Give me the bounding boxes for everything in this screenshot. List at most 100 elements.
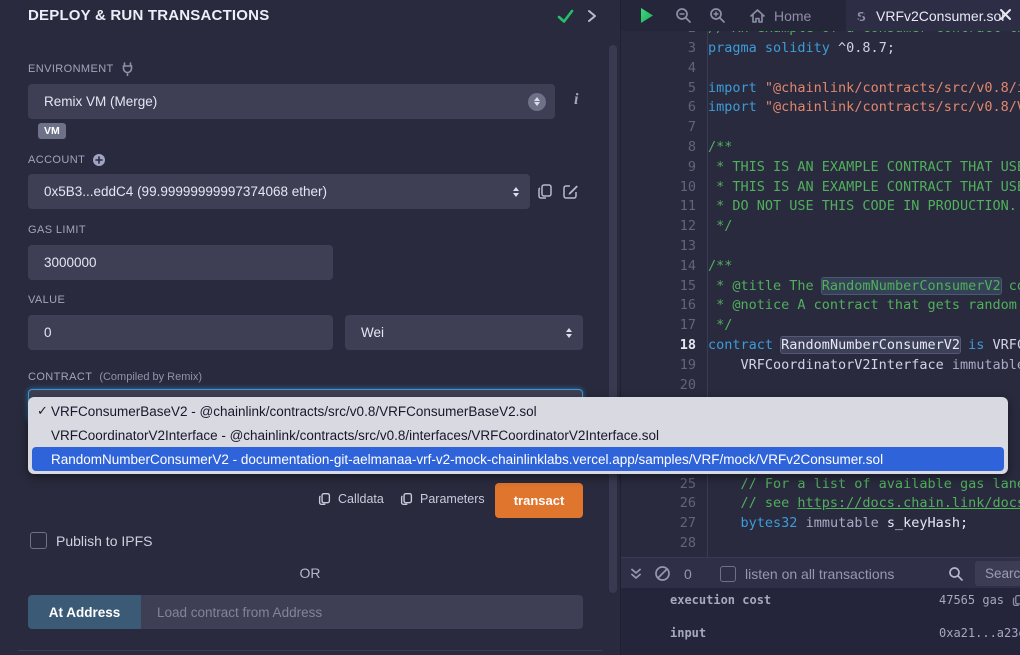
code-line[interactable]: 12 */ [621, 218, 1020, 238]
code-line[interactable]: 19 VRFCoordinatorV2Interface immutable C… [621, 357, 1020, 377]
code-line[interactable]: 13 [621, 238, 1020, 258]
panel-title: DEPLOY & RUN TRANSACTIONS [28, 7, 269, 24]
copy-icon [400, 492, 413, 506]
transact-button[interactable]: transact [495, 483, 583, 518]
code-line[interactable]: 5import "@chainlink/contracts/src/v0.8/i… [621, 80, 1020, 100]
code-text: * DO NOT USE THIS CODE IN PRODUCTION. [708, 198, 1017, 214]
run-script-play-icon[interactable] [638, 6, 656, 25]
account-label: ACCOUNT [28, 153, 106, 167]
line-number: 19 [621, 357, 696, 373]
code-line[interactable]: 27 bytes32 immutable s_keyHash; [621, 515, 1020, 535]
code-text: import "@chainlink/contracts/src/v0.8/VR… [708, 99, 1020, 115]
contract-option[interactable]: ✓VRFConsumerBaseV2 - @chainlink/contract… [32, 399, 1004, 423]
code-line[interactable]: 15 * @title The RandomNumberConsumerV2 c… [621, 278, 1020, 298]
code-text: * @title The RandomNumberConsumerV2 cont… [708, 278, 1020, 294]
plug-icon[interactable] [121, 62, 134, 76]
chevron-right-icon[interactable] [587, 9, 597, 23]
code-line[interactable]: 26 // see https://docs.chain.link/docs/v… [621, 495, 1020, 515]
terminal-output: execution cost47565 gas input0xa21...a23e… [621, 588, 1020, 655]
line-number: 13 [621, 238, 696, 254]
parameters-action[interactable]: Parameters [400, 492, 485, 506]
terminal-row: input0xa21...a23e4 [621, 626, 1020, 642]
contract-label: CONTRACT (Compiled by Remix) [28, 371, 202, 383]
plus-circle-icon[interactable] [92, 153, 106, 167]
code-line[interactable]: 11 * DO NOT USE THIS CODE IN PRODUCTION. [621, 198, 1020, 218]
zoom-out-icon[interactable] [675, 7, 692, 24]
search-icon [948, 558, 964, 589]
code-line[interactable]: 6 import "@chainlink/contracts/src/v0.8/V… [621, 99, 1020, 119]
contract-option[interactable]: RandomNumberConsumerV2 - documentation-g… [32, 447, 1004, 471]
tab-active-file[interactable]: S VRFv2Consumer.sol [846, 0, 1020, 31]
code-line[interactable]: 9 * THIS IS AN EXAMPLE CONTRACT THAT USE… [621, 159, 1020, 179]
transaction-count: 0 [684, 558, 692, 589]
line-number: 15 [621, 278, 696, 294]
code-line[interactable]: 18contract RandomNumberConsumerV2 is VRF… [621, 337, 1020, 357]
select-arrows-icon [528, 93, 546, 111]
code-line[interactable]: 20 [621, 377, 1020, 397]
copy-icon [318, 492, 331, 506]
or-separator: OR [0, 565, 620, 581]
code-line[interactable]: 3pragma solidity ^0.8.7; [621, 40, 1020, 60]
value-input[interactable] [28, 315, 333, 350]
code-area[interactable]: 2 // An example of a consumer contract th… [621, 31, 1020, 557]
solidity-file-icon: S [855, 8, 869, 24]
contract-dropdown: ✓VRFConsumerBaseV2 - @chainlink/contract… [28, 397, 1008, 474]
copy-account-icon[interactable] [537, 183, 553, 200]
listen-all-label: listen on all transactions [745, 558, 894, 589]
home-icon [749, 8, 766, 24]
code-text: // see https://docs.chain.link/docs/vrf-… [708, 495, 1020, 511]
edit-account-icon[interactable] [562, 183, 579, 200]
code-line[interactable]: 7 [621, 119, 1020, 139]
info-icon[interactable]: i [574, 91, 578, 109]
terminal-search-input[interactable] [975, 561, 1020, 586]
publish-ipfs-checkbox[interactable] [30, 532, 47, 549]
line-number: 14 [621, 258, 696, 274]
terminal-row: execution cost47565 gas [621, 593, 1020, 609]
code-line[interactable]: 4 [621, 60, 1020, 80]
clear-console-icon[interactable] [654, 558, 671, 589]
listen-all-checkbox[interactable] [720, 566, 736, 582]
code-line[interactable]: 16 * @notice A contract that gets random… [621, 297, 1020, 317]
line-number: 20 [621, 377, 696, 393]
gas-limit-input[interactable] [28, 245, 333, 280]
close-tab-icon[interactable] [999, 8, 1012, 21]
line-number: 16 [621, 297, 696, 313]
expand-terminal-icon[interactable] [629, 558, 643, 589]
code-line[interactable]: 8/** [621, 139, 1020, 159]
code-line[interactable]: 2 // An example of a consumer contract th… [621, 31, 1020, 40]
line-number: 6 [621, 99, 696, 115]
option-check-icon: ✓ [35, 403, 50, 419]
contract-option-label: RandomNumberConsumerV2 - documentation-g… [51, 452, 883, 467]
zoom-in-icon[interactable] [709, 7, 726, 24]
gas-limit-label: GAS LIMIT [28, 224, 86, 236]
environment-select[interactable]: Remix VM (Merge) [28, 84, 555, 119]
publish-ipfs-label: Publish to IPFS [56, 533, 153, 549]
tab-home[interactable]: Home [741, 0, 819, 31]
line-number: 11 [621, 198, 696, 214]
line-number: 5 [621, 80, 696, 96]
code-text: // For a list of available gas lanes on … [708, 476, 1020, 492]
select-arrows-icon [566, 328, 572, 338]
code-text: * @notice A contract that gets random va… [708, 297, 1020, 313]
account-select[interactable]: 0x5B3...eddC4 (99.99999999997374068 ethe… [28, 174, 530, 209]
code-line[interactable]: 17 */ [621, 317, 1020, 337]
code-line[interactable]: 25 // For a list of available gas lanes … [621, 476, 1020, 496]
copy-icon[interactable] [1012, 594, 1020, 607]
terminal-bar: 0 listen on all transactions [621, 557, 1020, 588]
code-text: VRFCoordinatorV2Interface immutable COOR… [708, 357, 1020, 373]
panel-scrollbar[interactable] [609, 45, 617, 593]
line-number: 28 [621, 535, 696, 551]
at-address-input[interactable] [141, 595, 583, 629]
contract-option[interactable]: VRFCoordinatorV2Interface - @chainlink/c… [32, 423, 1004, 447]
line-number: 2 [621, 31, 696, 36]
code-line[interactable]: 28 [621, 535, 1020, 555]
line-number: 12 [621, 218, 696, 234]
calldata-action[interactable]: Calldata [318, 492, 384, 506]
code-line[interactable]: 10 * THIS IS AN EXAMPLE CONTRACT THAT US… [621, 179, 1020, 199]
value-unit-select[interactable]: Wei [345, 315, 583, 350]
line-number: 17 [621, 317, 696, 333]
code-line[interactable]: 14/** [621, 258, 1020, 278]
code-text: // An example of a consumer contract tha… [708, 31, 1020, 36]
environment-label: ENVIRONMENT [28, 62, 134, 76]
at-address-button[interactable]: At Address [28, 595, 141, 629]
